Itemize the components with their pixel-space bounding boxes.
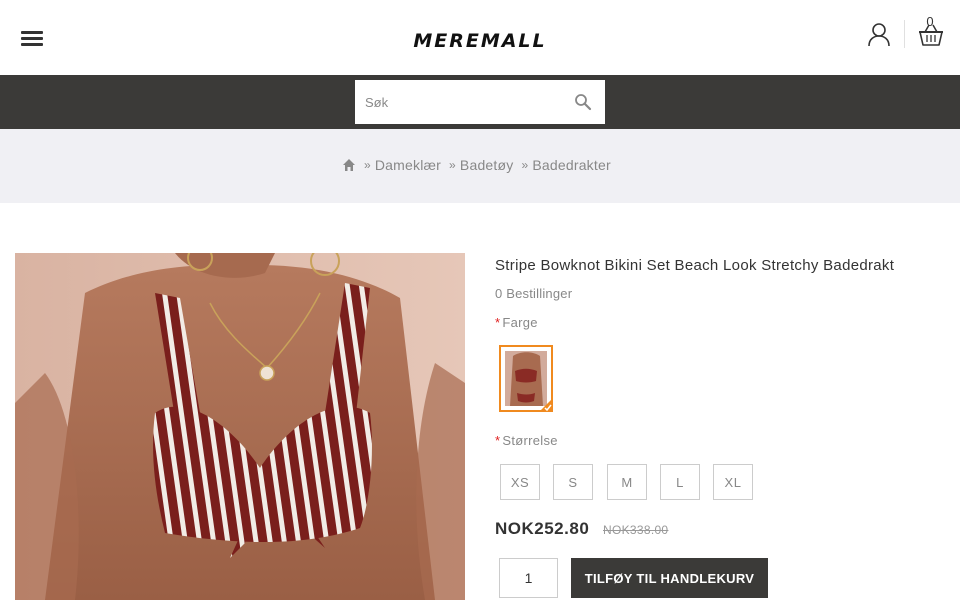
chevron-right-icon: » [449,158,456,172]
header-divider [904,20,905,48]
required-mark: * [495,315,501,330]
size-label: * Størrelse [495,433,558,448]
menu-icon[interactable] [21,29,43,47]
product-title: Stripe Bowknot Bikini Set Beach Look Str… [495,257,895,274]
size-label-text: Størrelse [502,433,558,448]
user-icon[interactable] [866,22,892,48]
breadcrumb-item[interactable]: Badetøy [460,157,514,173]
chevron-right-icon: » [521,158,529,172]
color-label: * Farge [495,315,538,330]
logo-text: MEREMALL [413,30,546,52]
search-input[interactable] [355,80,565,124]
home-icon[interactable] [342,158,356,172]
breadcrumb-item[interactable]: Dameklær [375,157,441,173]
size-option-m[interactable]: M [607,464,647,500]
size-option-l[interactable]: L [660,464,700,500]
color-swatch[interactable] [499,345,553,412]
size-option-xs[interactable]: XS [500,464,540,500]
search-box [355,80,605,124]
size-option-s[interactable]: S [553,464,593,500]
original-price: NOK338.00 [603,523,669,537]
search-bar [0,75,960,129]
orders-count: 0 Bestillinger [495,286,573,301]
search-icon[interactable] [574,93,592,111]
basket-icon[interactable] [916,16,946,48]
product-image[interactable] [15,253,465,600]
breadcrumb: » Dameklær » Badetøy » Badedrakter [342,157,619,173]
site-logo[interactable]: MEREMALL [384,26,576,54]
color-label-text: Farge [502,315,538,330]
required-mark: * [495,433,501,448]
product-photo [15,253,465,600]
size-option-xl[interactable]: XL [713,464,753,500]
chevron-right-icon: » [364,158,371,172]
quantity-input[interactable] [499,558,558,598]
site-header: MEREMALL 0 [0,0,960,75]
check-icon [539,398,553,412]
breadcrumb-bar: » Dameklær » Badetøy » Badedrakter [0,129,960,203]
breadcrumb-item[interactable]: Badedrakter [532,157,610,173]
current-price: NOK252.80 [495,519,590,538]
add-to-cart-button[interactable]: TILFØY TIL HANDLEKURV [571,558,768,598]
